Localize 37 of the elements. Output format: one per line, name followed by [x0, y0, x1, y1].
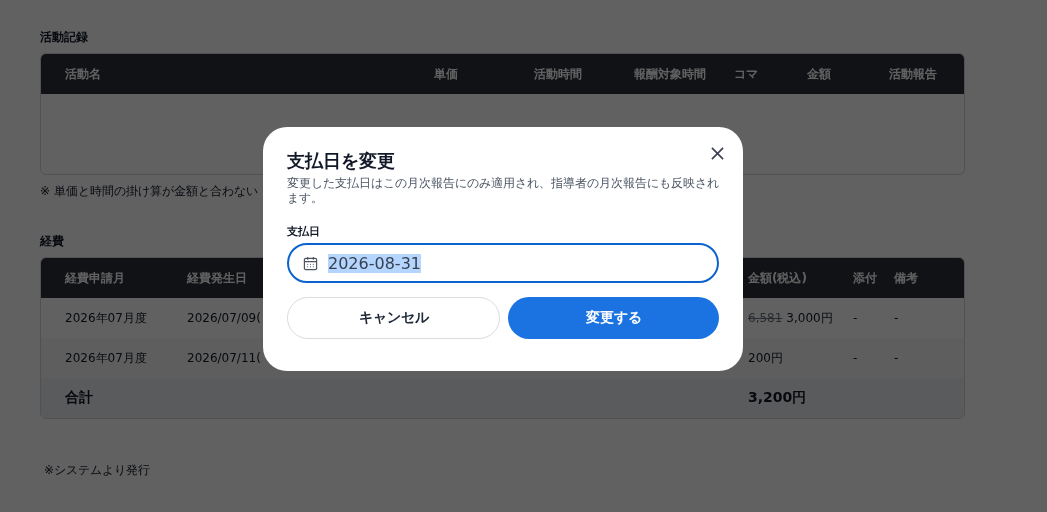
note-text: ※ 単価と時間の掛け算が金額と合わない: [40, 183, 259, 200]
confirm-button[interactable]: 変更する: [508, 297, 719, 339]
dialog-title: 支払日を変更: [287, 149, 395, 173]
section-title: 活動記録: [40, 29, 88, 46]
table-cell-text: 2026年07月度: [64, 349, 147, 367]
column-header: 経費発生日: [187, 269, 247, 287]
column-header: 単価: [434, 65, 458, 83]
column-header: 活動報告: [889, 65, 937, 83]
original-amount: 6,581: [748, 310, 783, 325]
table-cell: 2026/07/09(: [187, 311, 261, 325]
table-cell: 200円: [748, 350, 783, 365]
table-cell: -: [894, 351, 899, 365]
column-header: 活動時間: [534, 65, 582, 83]
table-cell: 3,000円: [786, 310, 833, 325]
close-icon[interactable]: [711, 147, 724, 160]
column-header: 経費申請月: [64, 269, 125, 287]
column-header: 金額(税込): [748, 269, 807, 287]
column-header: 金額: [807, 65, 831, 83]
column-header: 添付: [853, 269, 877, 287]
column-header: 活動名: [64, 65, 101, 83]
dialog-description: 変更した支払日はこの月次報告にのみ適用され、指導者の月次報告にも反映されます。: [287, 176, 719, 206]
table-cell: -: [894, 311, 899, 325]
total-amount: 3,200円: [748, 389, 807, 407]
table-cell: -: [853, 311, 858, 325]
column-header: コマ: [734, 65, 758, 83]
table-cell-text: 2026年07月度: [64, 309, 147, 327]
footer-note: ※システムより発行: [43, 462, 152, 479]
column-header: 備考: [894, 269, 918, 287]
date-field[interactable]: 2026-08-31: [287, 243, 719, 283]
field-label: 支払日: [287, 224, 320, 239]
column-header: 報酬対象時間: [634, 65, 706, 83]
table-cell: -: [853, 351, 858, 365]
table-cell: 2026/07/11(: [187, 351, 261, 365]
calendar-icon: [303, 255, 318, 271]
cancel-button[interactable]: キャンセル: [287, 297, 500, 339]
total-label: 合計: [64, 389, 93, 407]
section-title: 経費: [40, 233, 64, 250]
